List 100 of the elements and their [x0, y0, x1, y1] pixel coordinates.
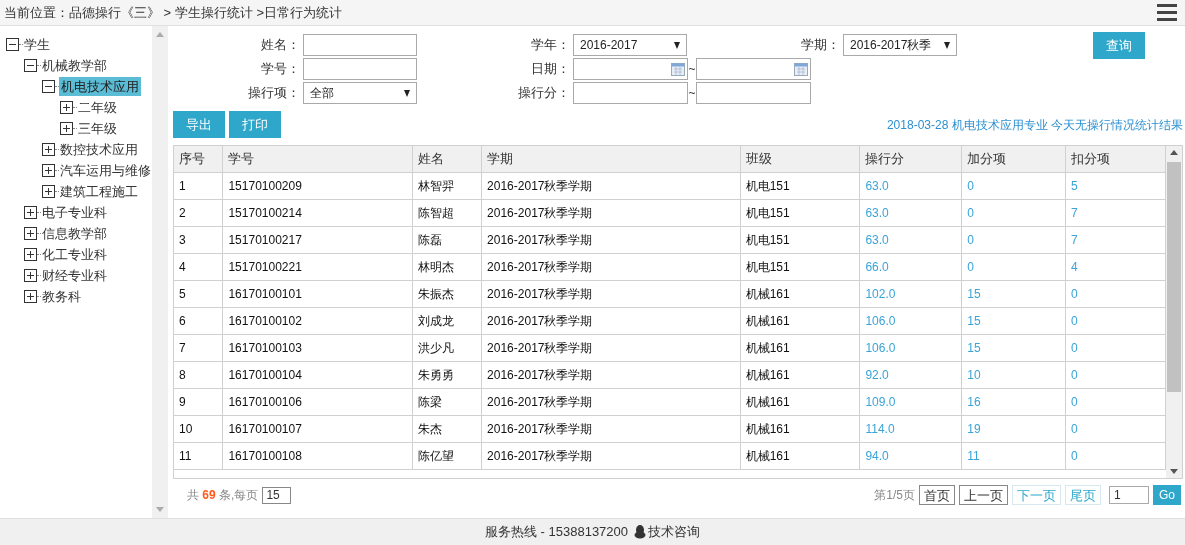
table-cell[interactable]: 15 [961, 280, 1066, 307]
table-cell[interactable]: 102.0 [859, 280, 962, 307]
column-header: 姓名 [412, 146, 482, 172]
expand-icon[interactable] [60, 122, 73, 135]
consult-link[interactable]: 技术咨询 [648, 522, 701, 542]
tree-item[interactable]: 汽车运用与维修 [59, 161, 152, 180]
expand-icon[interactable] [24, 290, 37, 303]
tree-item[interactable]: 电子专业科 [41, 203, 108, 222]
tree-item[interactable]: 财经专业科 [41, 266, 108, 285]
input-field[interactable] [696, 82, 811, 104]
table-cell: 3 [174, 226, 223, 253]
range-separator: ~ [688, 85, 696, 102]
table-cell[interactable]: 10 [961, 361, 1066, 388]
table-cell: 2016-2017秋季学期 [481, 172, 741, 199]
table-cell[interactable]: 15 [961, 334, 1066, 361]
expand-icon[interactable] [60, 101, 73, 114]
table-cell[interactable]: 92.0 [859, 361, 962, 388]
table-cell: 16170100104 [222, 361, 413, 388]
table-cell[interactable]: 16 [961, 388, 1066, 415]
input-field[interactable] [303, 34, 417, 56]
scroll-down-icon[interactable] [1170, 469, 1178, 474]
table-cell[interactable]: 114.0 [859, 415, 962, 442]
expand-icon[interactable] [24, 227, 37, 240]
table-cell: 刘成龙 [412, 307, 482, 334]
page-size-field[interactable]: 15 [262, 486, 292, 504]
table-cell[interactable]: 0 [1065, 442, 1166, 469]
table-cell[interactable]: 0 [1065, 334, 1166, 361]
tree-item[interactable]: 二年级 [77, 98, 118, 117]
table-cell[interactable]: 0 [1065, 280, 1166, 307]
dropdown[interactable]: 2016-2017秋季 [843, 34, 957, 56]
table-cell[interactable]: 0 [1065, 307, 1166, 334]
tree-item[interactable]: 数控技术应用 [59, 140, 139, 159]
expand-icon[interactable] [24, 206, 37, 219]
action-button[interactable]: 导出 [173, 111, 225, 138]
table-cell[interactable]: 63.0 [859, 199, 962, 226]
result-note: 2018-03-28 机电技术应用专业 今天无操行情况统计结果 [886, 116, 1183, 134]
table-cell: 16170100108 [222, 442, 413, 469]
table-cell: 6 [174, 307, 223, 334]
table-cell[interactable]: 4 [1065, 253, 1166, 280]
table-cell[interactable]: 7 [1065, 226, 1166, 253]
go-button[interactable]: Go [1153, 485, 1181, 505]
dropdown[interactable]: 全部 [303, 82, 417, 104]
date-field[interactable] [696, 58, 811, 80]
collapse-icon[interactable] [42, 80, 55, 93]
total-count: 共 69 条,每页 [187, 487, 259, 504]
column-header: 序号 [174, 146, 223, 172]
column-header: 班级 [740, 146, 860, 172]
tree-item[interactable]: 学生 [23, 35, 51, 54]
expand-icon[interactable] [42, 185, 55, 198]
page-number-field[interactable]: 1 [1109, 486, 1149, 504]
collapse-icon[interactable] [24, 59, 37, 72]
table-cell[interactable]: 63.0 [859, 226, 962, 253]
search-button[interactable]: 查询 [1093, 32, 1145, 59]
scroll-up-icon[interactable] [1170, 150, 1178, 155]
table-cell[interactable]: 5 [1065, 172, 1166, 199]
tree-item[interactable]: 建筑工程施工 [59, 182, 139, 201]
table-cell[interactable]: 66.0 [859, 253, 962, 280]
collapse-icon[interactable] [6, 38, 19, 51]
page-button[interactable]: 下一页 [1012, 485, 1061, 505]
table-cell[interactable]: 11 [961, 442, 1066, 469]
field-label: 操行分： [517, 84, 571, 103]
tree-item[interactable]: 教务科 [41, 287, 82, 306]
expand-icon[interactable] [42, 164, 55, 177]
expand-icon[interactable] [42, 143, 55, 156]
tree-item[interactable]: 三年级 [77, 119, 118, 138]
tree-item[interactable]: 化工专业科 [41, 245, 108, 264]
expand-icon[interactable] [24, 269, 37, 282]
table-scrollbar[interactable] [1166, 146, 1182, 478]
column-header: 学期 [481, 146, 741, 172]
table-cell: 2016-2017秋季学期 [481, 361, 741, 388]
table-cell[interactable]: 0 [961, 199, 1066, 226]
page-button[interactable]: 尾页 [1065, 485, 1101, 505]
column-header: 扣分项 [1065, 146, 1166, 172]
table-cell[interactable]: 0 [1065, 388, 1166, 415]
table-cell[interactable]: 0 [1065, 361, 1166, 388]
expand-icon[interactable] [24, 248, 37, 261]
tree-item[interactable]: 信息教学部 [41, 224, 108, 243]
table-cell[interactable]: 19 [961, 415, 1066, 442]
table-cell[interactable]: 0 [961, 253, 1066, 280]
menu-icon[interactable] [1157, 4, 1177, 21]
tree-item[interactable]: 机械教学部 [41, 56, 108, 75]
table-cell[interactable]: 7 [1065, 199, 1166, 226]
table-cell[interactable]: 0 [1065, 415, 1166, 442]
table-cell[interactable]: 94.0 [859, 442, 962, 469]
field-label: 姓名： [260, 36, 301, 55]
dropdown[interactable]: 2016-2017 [573, 34, 687, 56]
page-info: 第1/5页 [874, 487, 915, 504]
table-cell[interactable]: 0 [961, 226, 1066, 253]
table-cell[interactable]: 106.0 [859, 307, 962, 334]
date-field[interactable] [573, 58, 688, 80]
table-cell[interactable]: 106.0 [859, 334, 962, 361]
tree-item[interactable]: 机电技术应用 [59, 77, 141, 96]
input-field[interactable] [573, 82, 688, 104]
table-cell[interactable]: 109.0 [859, 388, 962, 415]
table-cell[interactable]: 0 [961, 172, 1066, 199]
action-button[interactable]: 打印 [229, 111, 281, 138]
table-cell[interactable]: 63.0 [859, 172, 962, 199]
input-field[interactable] [303, 58, 417, 80]
scroll-thumb[interactable] [1167, 162, 1181, 392]
table-cell[interactable]: 15 [961, 307, 1066, 334]
